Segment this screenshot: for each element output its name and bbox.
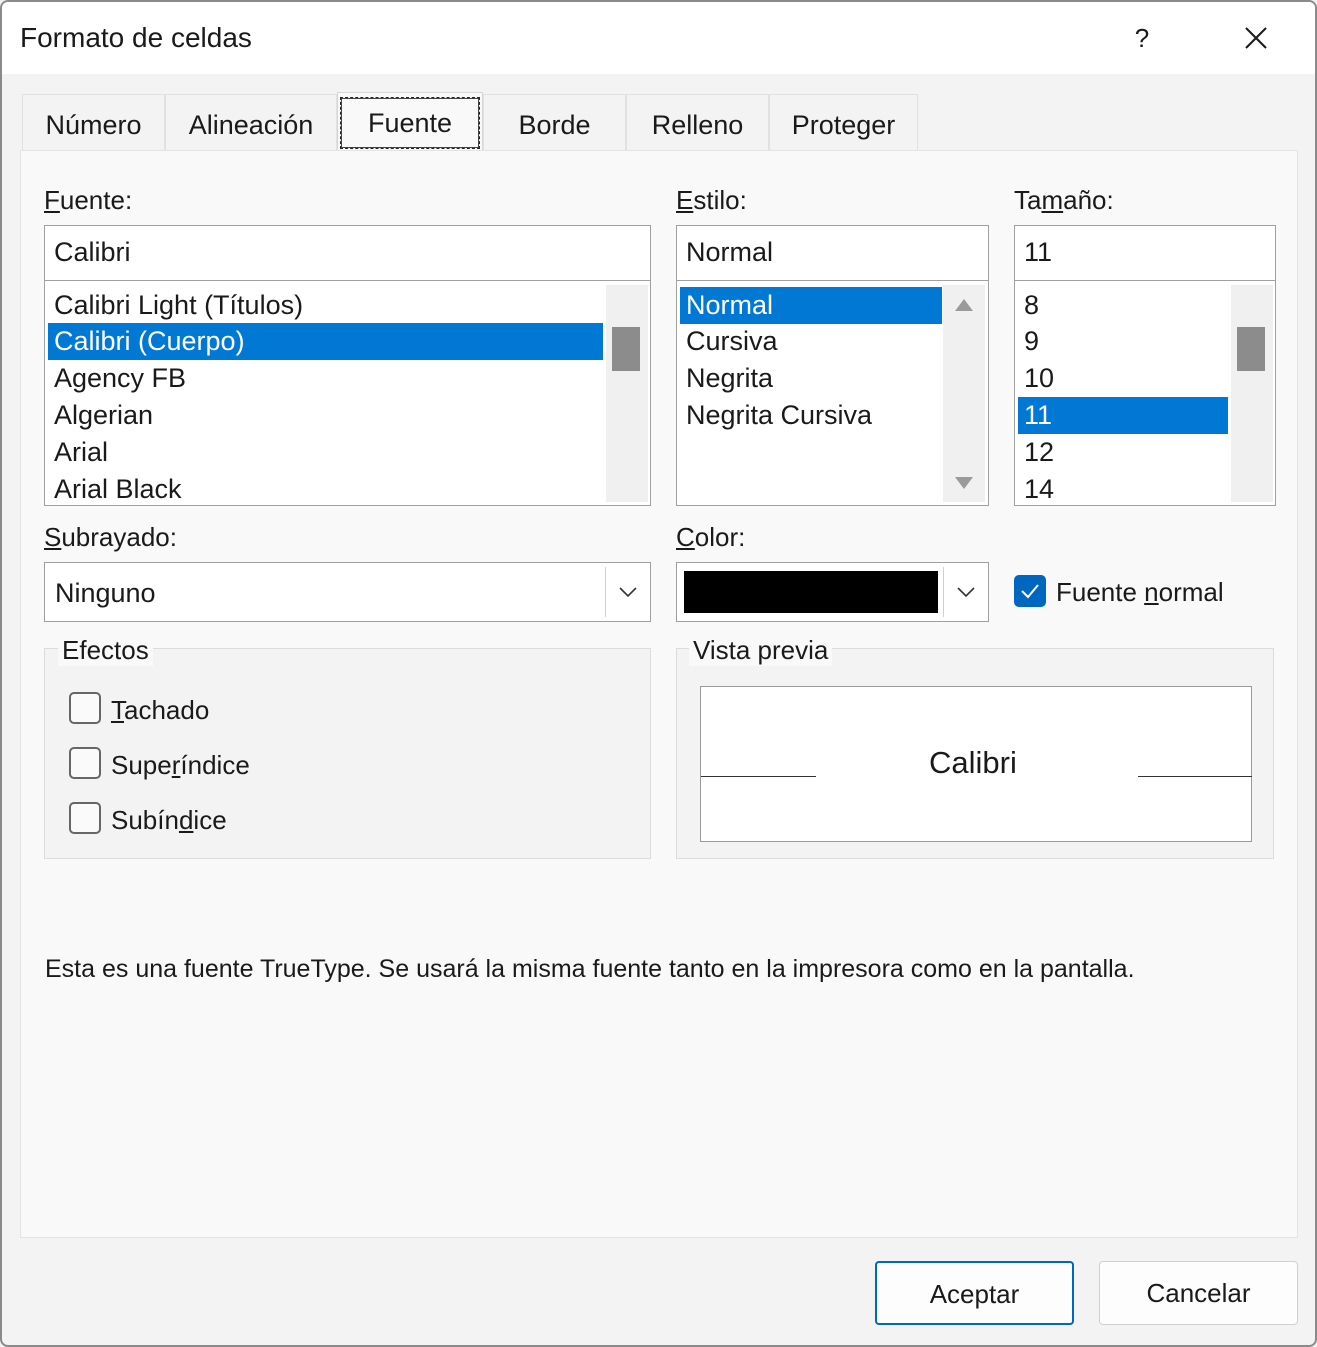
tab-relleno[interactable]: Relleno [626, 94, 769, 152]
list-item-selected[interactable]: Calibri (Cuerpo) [48, 323, 603, 360]
normal-font-checkbox[interactable] [1014, 575, 1046, 607]
chevron-down-icon [619, 587, 637, 598]
tab-borde[interactable]: Borde [483, 94, 626, 152]
close-button[interactable] [1226, 12, 1286, 64]
subscript-label[interactable]: Subíndice [111, 805, 227, 836]
ok-button[interactable]: Aceptar [875, 1261, 1074, 1325]
dialog-title: Formato de celdas [20, 22, 252, 53]
tab-numero[interactable]: Número [22, 94, 165, 152]
underline-dropdown[interactable]: Ninguno [44, 562, 651, 622]
list-item-selected[interactable]: Normal [680, 287, 942, 324]
size-label: Tamaño: [1014, 185, 1114, 215]
preview-baseline-left [701, 776, 816, 777]
list-item[interactable]: Cursiva [680, 323, 942, 360]
list-item[interactable]: Algerian [48, 397, 603, 434]
list-item[interactable]: Agency FB [48, 360, 603, 397]
list-item[interactable]: 10 [1018, 360, 1228, 397]
list-item[interactable]: Arial [48, 434, 603, 471]
style-label: Estilo: [676, 185, 747, 215]
checkmark-icon [1021, 584, 1039, 599]
list-item[interactable]: 14 [1018, 471, 1228, 505]
font-info-text: Esta es una fuente TrueType. Se usará la… [45, 955, 1135, 983]
preview-baseline-right [1138, 776, 1252, 777]
color-swatch [684, 571, 938, 613]
title-bar: Formato de celdas ? [2, 2, 1315, 74]
tab-strip: Número Alineación Fuente Borde Relleno P… [2, 74, 1315, 154]
help-icon: ? [1134, 23, 1150, 53]
list-item-selected[interactable]: 11 [1018, 397, 1228, 434]
tab-proteger[interactable]: Proteger [769, 94, 918, 152]
list-item[interactable]: Negrita Cursiva [680, 397, 942, 434]
chevron-down-icon [957, 587, 975, 598]
underline-label: Subrayado: [44, 522, 177, 552]
size-input[interactable]: 11 [1014, 225, 1276, 281]
scroll-up-arrow-icon[interactable] [954, 297, 974, 313]
list-item[interactable]: Negrita [680, 360, 942, 397]
scrollbar-thumb[interactable] [1237, 327, 1265, 371]
superscript-checkbox[interactable] [69, 747, 101, 779]
list-item[interactable]: 12 [1018, 434, 1228, 471]
preview-sample-text: Calibri [929, 745, 1017, 780]
effects-title: Efectos [58, 635, 153, 666]
list-item[interactable]: 8 [1018, 287, 1228, 324]
cancel-button[interactable]: Cancelar [1099, 1261, 1298, 1325]
tab-alineacion[interactable]: Alineación [165, 94, 337, 152]
underline-value: Ninguno [55, 578, 156, 608]
strikethrough-label[interactable]: Tachado [111, 695, 209, 726]
style-list-scrollbar[interactable] [943, 285, 985, 502]
style-input[interactable]: Normal [676, 225, 989, 281]
subscript-checkbox[interactable] [69, 802, 101, 834]
superscript-label[interactable]: Superíndice [111, 750, 250, 781]
list-item[interactable]: Arial Black [48, 471, 603, 505]
strikethrough-checkbox[interactable] [69, 692, 101, 724]
close-icon [1245, 27, 1267, 49]
tab-fuente[interactable]: Fuente [337, 92, 483, 154]
format-cells-dialog: Formato de celdas ? Número Alineación Fu… [0, 0, 1317, 1347]
font-list[interactable]: Calibri Light (Títulos) Calibri (Cuerpo)… [44, 280, 651, 506]
font-list-scrollbar[interactable] [606, 285, 648, 502]
size-list-scrollbar[interactable] [1231, 285, 1273, 502]
color-label: Color: [676, 522, 746, 552]
style-list[interactable]: Normal Cursiva Negrita Negrita Cursiva [676, 280, 989, 506]
dropdown-separator [943, 567, 944, 617]
preview-box: Calibri [700, 686, 1252, 842]
font-name-input[interactable]: Calibri [44, 225, 651, 281]
size-list[interactable]: 8 9 10 11 12 14 [1014, 280, 1276, 506]
scroll-down-arrow-icon[interactable] [954, 475, 974, 491]
normal-font-label[interactable]: Fuente normal [1056, 577, 1224, 608]
list-item[interactable]: Calibri Light (Títulos) [48, 287, 603, 324]
preview-title: Vista previa [689, 635, 833, 666]
dropdown-separator [605, 567, 606, 617]
scrollbar-thumb[interactable] [612, 327, 640, 371]
help-button[interactable]: ? [1112, 12, 1172, 64]
font-tab-panel: Fuente: Calibri Calibri Light (Títulos) … [20, 150, 1298, 1238]
font-label: Fuente: [44, 185, 133, 215]
color-dropdown[interactable] [676, 562, 989, 622]
list-item[interactable]: 9 [1018, 323, 1228, 360]
